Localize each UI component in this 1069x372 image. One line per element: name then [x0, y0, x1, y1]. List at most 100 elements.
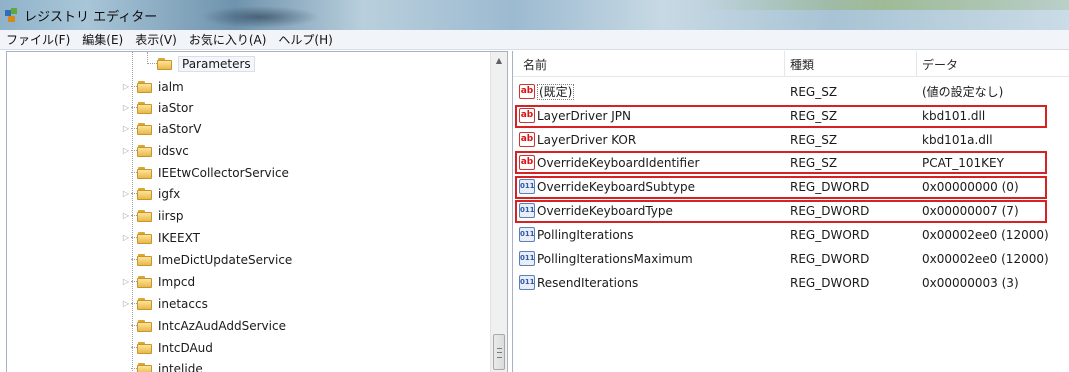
- tree-item-intcazaudaddservice[interactable]: IntcAzAudAddService: [121, 315, 286, 336]
- folder-icon: [137, 253, 153, 266]
- window-title: レジストリ エディター: [24, 9, 158, 25]
- tree-item-ikeext[interactable]: ▷ IKEEXT: [121, 227, 200, 248]
- table-row[interactable]: ab (既定) REG_SZ (値の設定なし): [513, 80, 1069, 104]
- tree-item-label: idsvc: [158, 143, 189, 158]
- folder-icon: [137, 319, 153, 332]
- tree-item-inetaccs[interactable]: ▷ inetaccs: [121, 293, 208, 314]
- tree-item-label: iirsp: [158, 208, 184, 223]
- tree-item-label: ialm: [158, 79, 184, 94]
- value-data-cell: (値の設定なし): [922, 85, 1004, 99]
- tree-item-ialm[interactable]: ▷ ialm: [121, 76, 184, 97]
- tree-item-iirsp[interactable]: ▷ iirsp: [121, 205, 184, 226]
- expand-arrow-icon[interactable]: ▷: [121, 299, 131, 308]
- tree-item-label: igfx: [158, 186, 181, 201]
- folder-icon: [137, 341, 153, 354]
- menu-favorites[interactable]: お気に入り(A): [189, 31, 267, 48]
- key-tree-pane[interactable]: Parameters ▷ ialm ▷ iaStor ▷ iaStorV ▷ i…: [6, 51, 508, 372]
- highlight-box-override-type: [515, 200, 1047, 223]
- value-data-cell: kbd101a.dll: [922, 133, 993, 147]
- tree-item-iastor[interactable]: ▷ iaStor: [121, 97, 193, 118]
- registry-editor-icon: [4, 7, 20, 23]
- tree-item-parameters[interactable]: Parameters: [147, 53, 255, 74]
- tree-item-label: Parameters: [178, 55, 255, 72]
- expand-arrow-icon[interactable]: ▷: [121, 103, 131, 112]
- value-type-cell: REG_DWORD: [790, 252, 870, 266]
- value-type-cell: REG_SZ: [790, 133, 838, 147]
- dword-value-icon: 011: [519, 251, 535, 266]
- table-row[interactable]: 011 PollingIterationsMaximum REG_DWORD 0…: [513, 247, 1069, 271]
- tree-item-label: IKEEXT: [158, 230, 200, 245]
- folder-icon: [137, 166, 153, 179]
- table-row[interactable]: 011 ResendIterations REG_DWORD 0x0000000…: [513, 271, 1069, 295]
- value-name-cell: (既定): [537, 84, 575, 100]
- scroll-up-arrow-icon[interactable]: ▲: [491, 52, 507, 69]
- tree-item-label: inetaccs: [158, 296, 208, 311]
- table-row[interactable]: 011 PollingIterations REG_DWORD 0x00002e…: [513, 223, 1069, 247]
- tree-item-impcd[interactable]: ▷ Impcd: [121, 271, 195, 292]
- column-header-data[interactable]: データ: [917, 51, 1069, 77]
- tree-item-iastorv[interactable]: ▷ iaStorV: [121, 118, 202, 139]
- value-type-cell: REG_DWORD: [790, 276, 870, 290]
- tree-item-label: IntcAzAudAddService: [158, 318, 286, 333]
- expand-arrow-icon[interactable]: ▷: [121, 189, 131, 198]
- menu-edit[interactable]: 編集(E): [82, 31, 123, 48]
- folder-icon: [137, 101, 153, 114]
- tree-item-intcdaud[interactable]: IntcDAud: [121, 337, 213, 358]
- tree-item-imedictupdateservice[interactable]: ImeDictUpdateService: [121, 249, 292, 270]
- string-value-icon: ab: [519, 132, 535, 147]
- value-type-cell: REG_SZ: [790, 85, 838, 99]
- highlight-box-override-subtype: [515, 176, 1047, 199]
- dword-value-icon: 011: [519, 227, 535, 242]
- folder-icon: [137, 80, 153, 93]
- tree-item-label: iaStorV: [158, 121, 202, 136]
- tree-item-intelide[interactable]: intelide: [121, 358, 203, 372]
- column-header-type[interactable]: 種類: [785, 51, 917, 77]
- tree-item-label: Impcd: [158, 274, 196, 289]
- folder-icon: [137, 297, 153, 310]
- folder-icon: [137, 144, 153, 157]
- value-name-cell: PollingIterationsMaximum: [537, 252, 693, 266]
- expand-arrow-icon[interactable]: ▷: [121, 82, 131, 91]
- folder-icon: [137, 122, 153, 135]
- menu-bar: ファイル(F) 編集(E) 表示(V) お気に入り(A) ヘルプ(H): [0, 30, 1069, 50]
- expand-arrow-icon[interactable]: ▷: [121, 146, 131, 155]
- value-name-cell: PollingIterations: [537, 228, 634, 242]
- folder-icon: [137, 209, 153, 222]
- tree-item-label: iaStor: [158, 100, 194, 115]
- tree-item-ieetwcollectorservice[interactable]: IEEtwCollectorService: [121, 162, 289, 183]
- value-name-cell: LayerDriver KOR: [537, 133, 637, 147]
- value-data-cell: 0x00002ee0 (12000): [922, 228, 1049, 242]
- string-value-icon: ab: [519, 84, 535, 99]
- column-header-name[interactable]: 名前: [513, 51, 785, 77]
- value-data-cell: 0x00000003 (3): [922, 276, 1019, 290]
- expand-arrow-icon[interactable]: ▷: [121, 124, 131, 133]
- tree-item-label: ImeDictUpdateService: [158, 252, 293, 267]
- highlight-box-layerdriver-jpn: [515, 105, 1047, 128]
- expand-arrow-icon[interactable]: ▷: [121, 277, 131, 286]
- table-row[interactable]: ab LayerDriver KOR REG_SZ kbd101a.dll: [513, 128, 1069, 152]
- folder-icon: [137, 275, 153, 288]
- folder-icon: [157, 57, 173, 70]
- expand-arrow-icon[interactable]: ▷: [121, 211, 131, 220]
- menu-view[interactable]: 表示(V): [135, 31, 177, 48]
- folder-icon: [137, 362, 153, 372]
- folder-icon: [137, 231, 153, 244]
- scrollbar-thumb[interactable]: [493, 334, 505, 370]
- tree-item-label: intelide: [158, 361, 203, 372]
- title-bar-shade: [200, 6, 320, 28]
- menu-help[interactable]: ヘルプ(H): [278, 31, 332, 48]
- folder-icon: [137, 187, 153, 200]
- tree-item-igfx[interactable]: ▷ igfx: [121, 183, 180, 204]
- tree-item-label: IEEtwCollectorService: [158, 165, 289, 180]
- tree-scrollbar[interactable]: ▲: [490, 52, 507, 372]
- title-bar[interactable]: レジストリ エディター: [0, 0, 1069, 30]
- highlight-box-override-identifier: [515, 151, 1047, 174]
- values-list-pane[interactable]: 名前 種類 データ ab (既定) REG_SZ (値の設定なし) ab Lay…: [512, 51, 1069, 372]
- value-name-cell: ResendIterations: [537, 276, 639, 290]
- dword-value-icon: 011: [519, 275, 535, 290]
- menu-file[interactable]: ファイル(F): [6, 31, 70, 48]
- value-type-cell: REG_DWORD: [790, 228, 870, 242]
- tree-item-label: IntcDAud: [158, 340, 213, 355]
- tree-item-idsvc[interactable]: ▷ idsvc: [121, 140, 189, 161]
- expand-arrow-icon[interactable]: ▷: [121, 233, 131, 242]
